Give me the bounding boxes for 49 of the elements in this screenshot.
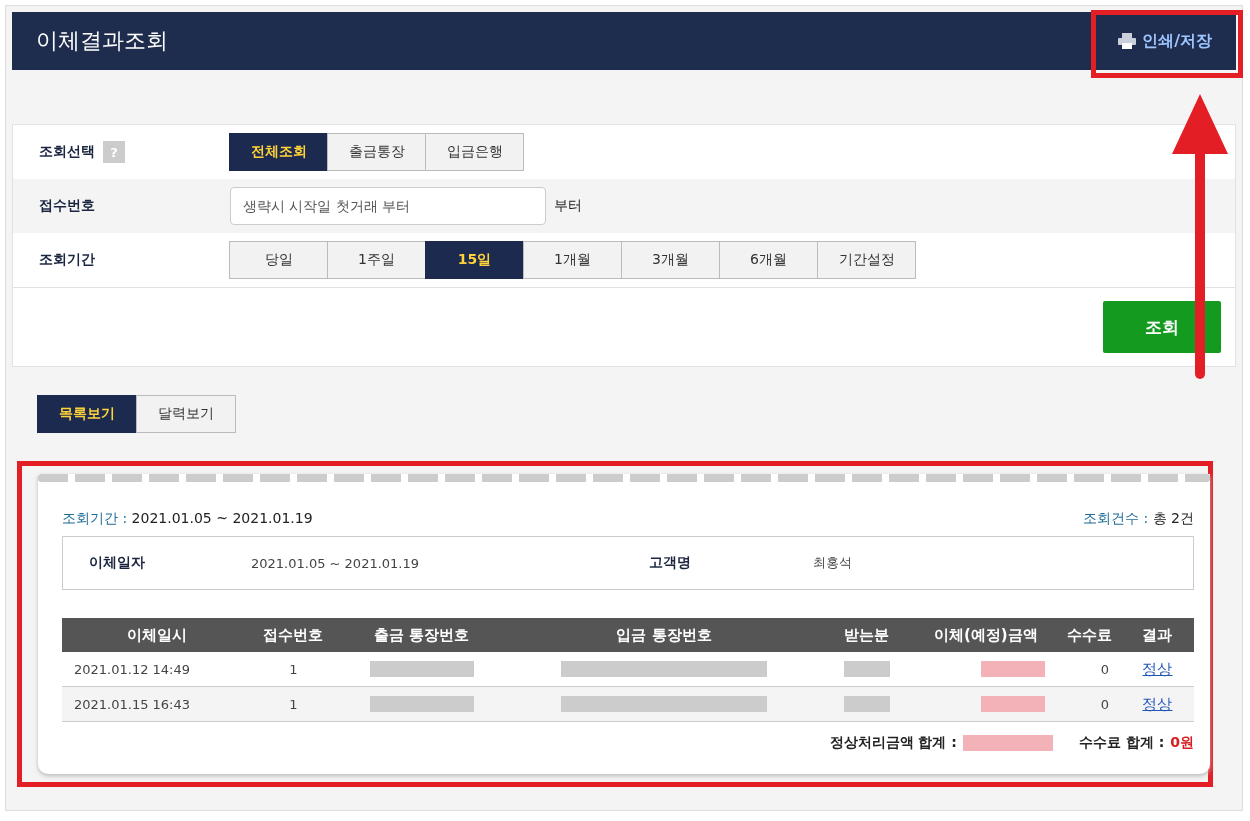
receipt-number-field[interactable]: 생략시 시작일 첫거래 부터 xyxy=(230,187,546,225)
table-cell: 1 xyxy=(251,652,336,687)
option-button[interactable]: 출금통장 xyxy=(327,133,426,171)
blurred-block xyxy=(843,696,890,713)
fee-total-value: 0원 xyxy=(1170,734,1194,752)
option-button[interactable]: 기간설정 xyxy=(817,241,916,279)
column-header: 수수료 xyxy=(1057,618,1121,652)
summary-label: 고객명 xyxy=(649,554,692,572)
summary-value: 최홍석 xyxy=(813,554,853,572)
result-link[interactable]: 정상 xyxy=(1142,659,1173,678)
summary-value: 2021.01.05 ~ 2021.01.19 xyxy=(251,555,421,571)
printer-icon xyxy=(1118,33,1137,49)
page-title: 이체결과조회 xyxy=(36,27,168,55)
blurred-block xyxy=(843,661,890,678)
search-button[interactable]: 조회 xyxy=(1103,301,1221,353)
blurred-block xyxy=(981,661,1046,678)
option-button[interactable]: 15일 xyxy=(425,241,524,279)
column-header: 이체일시 xyxy=(62,618,252,652)
column-header: 출금 통장번호 xyxy=(335,618,509,652)
table-cell: 2021.01.12 14:49 xyxy=(62,652,252,687)
fee-total-label: 수수료 합계 : xyxy=(1078,734,1165,752)
table-cell: 0 xyxy=(1057,686,1121,722)
table-cell: 1 xyxy=(251,686,336,722)
field-suffix: 부터 xyxy=(554,197,582,215)
table-cell: 0 xyxy=(1057,652,1121,687)
view-tab[interactable]: 달력보기 xyxy=(136,395,236,433)
table-cell: 2021.01.15 16:43 xyxy=(62,686,252,722)
period-text: 조회기간 : 2021.01.05 ~ 2021.01.19 xyxy=(62,510,313,528)
column-header: 입금 통장번호 xyxy=(508,618,820,652)
option-button[interactable]: 1개월 xyxy=(523,241,622,279)
option-button[interactable]: 6개월 xyxy=(719,241,818,279)
option-button[interactable]: 1주일 xyxy=(327,241,426,279)
filter-label: 조회선택 xyxy=(39,143,95,161)
print-button[interactable]: 인쇄/저장 xyxy=(1108,24,1222,58)
column-header: 접수번호 xyxy=(251,618,336,652)
option-button[interactable]: 전체조회 xyxy=(229,133,328,171)
view-tab[interactable]: 목록보기 xyxy=(37,395,137,433)
filter-label: 조회기간 xyxy=(39,251,95,269)
total-label: 정상처리금액 합계 : xyxy=(829,734,957,752)
blurred-block xyxy=(981,696,1046,713)
column-header: 이체(예정)금액 xyxy=(914,618,1058,652)
option-button[interactable]: 3개월 xyxy=(621,241,720,279)
count-text: 조회건수 : 총 2건 xyxy=(1083,510,1194,528)
summary-label: 이체일자 xyxy=(89,554,146,572)
filter-label: 접수번호 xyxy=(39,197,95,215)
column-header: 받는분 xyxy=(819,618,915,652)
option-button[interactable]: 입금은행 xyxy=(425,133,524,171)
option-button[interactable]: 당일 xyxy=(229,241,328,279)
column-header: 결과 xyxy=(1120,618,1194,652)
